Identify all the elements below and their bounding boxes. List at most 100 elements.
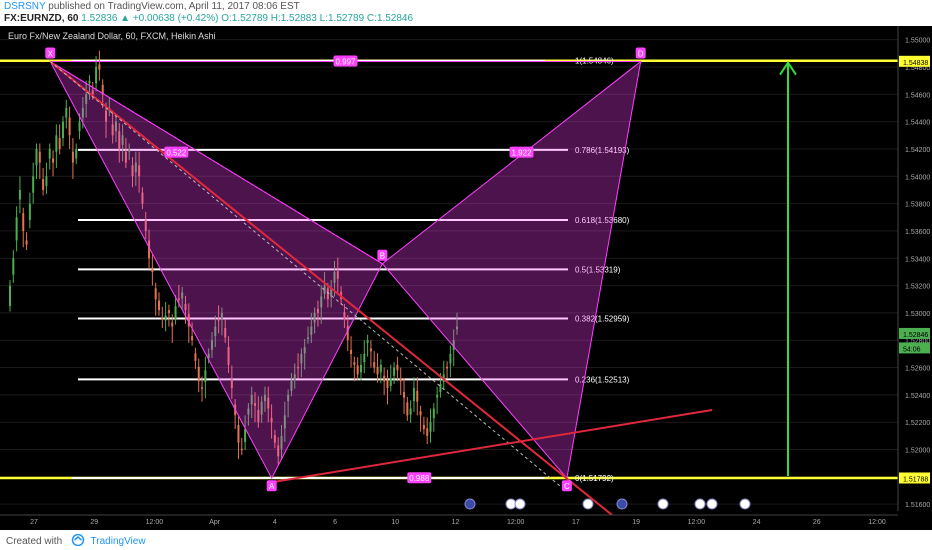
quote-info: FX:EURNZD, 60 1.52836 ▲ +0.00638 (+0.42%… bbox=[4, 13, 413, 24]
price-axis-label: 1.52400 bbox=[905, 393, 930, 400]
pattern-point-label: B bbox=[380, 252, 385, 261]
candle-body bbox=[71, 151, 74, 163]
candle-body bbox=[58, 138, 61, 149]
candle-body bbox=[399, 378, 402, 382]
candle-body bbox=[439, 383, 442, 393]
candle-body bbox=[95, 66, 98, 84]
candle-body bbox=[350, 349, 353, 354]
time-axis-label: 12:00 bbox=[507, 519, 525, 526]
candle-body bbox=[201, 387, 204, 389]
chart-header: DSRSNY published on TradingView.com, Apr… bbox=[0, 0, 932, 26]
pattern-ratio-label: 0.997 bbox=[335, 58, 356, 67]
candle-body bbox=[78, 121, 81, 132]
symbol-label[interactable]: FX:EURNZD, 60 bbox=[4, 13, 78, 24]
candle-body bbox=[369, 348, 372, 352]
candle-body bbox=[244, 429, 247, 443]
chart-area[interactable]: 1(1.54846) 0.786(1.54193) 0.618(1.53680) 0.… bbox=[0, 26, 932, 530]
economic-event-icon bbox=[706, 498, 718, 510]
price-tag-label: 1.51788 bbox=[903, 476, 928, 483]
time-axis-label: 12:00 bbox=[688, 519, 706, 526]
price-tag-label: 1.54838 bbox=[903, 60, 928, 67]
price-tag-label: 1.52846 bbox=[903, 332, 928, 339]
candle-body bbox=[98, 64, 101, 70]
candle-body bbox=[396, 364, 399, 371]
candle-body bbox=[61, 121, 64, 139]
candle-body bbox=[25, 240, 28, 245]
candle-body bbox=[406, 402, 409, 416]
candle-body bbox=[32, 176, 35, 193]
candle-body bbox=[65, 107, 68, 118]
price-axis-label: 1.54400 bbox=[905, 120, 930, 127]
candle-body bbox=[446, 366, 449, 369]
author-link[interactable]: DSRSNY bbox=[4, 1, 46, 12]
time-axis-label: 12:00 bbox=[868, 519, 886, 526]
candle-body bbox=[48, 148, 51, 159]
economic-event-icon bbox=[582, 498, 594, 510]
candle-body bbox=[389, 378, 392, 386]
time-axis-label: Apr bbox=[209, 519, 221, 526]
candle-body bbox=[88, 80, 91, 84]
time-axis-label: 26 bbox=[813, 519, 821, 526]
chart-footer: Created with TradingView bbox=[0, 530, 932, 550]
time-axis-label: 17 bbox=[572, 519, 580, 526]
candle-body bbox=[379, 364, 382, 373]
candle-body bbox=[55, 135, 58, 152]
candle-body bbox=[353, 362, 356, 365]
price-axis-label: 1.52000 bbox=[905, 448, 930, 455]
candle-body bbox=[359, 364, 362, 373]
time-axis-label: 4 bbox=[273, 519, 277, 526]
candle-body bbox=[356, 365, 359, 375]
publish-text: published on TradingView.com, April 11, … bbox=[48, 1, 300, 12]
pattern-point-label: D bbox=[638, 50, 644, 59]
economic-event-icon bbox=[739, 498, 751, 510]
candle-body bbox=[28, 203, 31, 220]
candle-body bbox=[42, 179, 45, 190]
candle-body bbox=[429, 422, 432, 432]
pattern-ratio-label: 0.988 bbox=[409, 474, 430, 483]
time-axis-label: 12 bbox=[452, 519, 460, 526]
price-axis-label: 1.53800 bbox=[905, 202, 930, 209]
candle-body bbox=[45, 176, 48, 186]
candle-body bbox=[436, 394, 439, 398]
time-axis-panel bbox=[0, 515, 932, 530]
candle-body bbox=[194, 353, 197, 361]
candle-body bbox=[363, 353, 366, 363]
price-axis-label: 1.55000 bbox=[905, 38, 930, 45]
pattern-triangle-bcd bbox=[381, 60, 642, 480]
candle-body bbox=[383, 375, 386, 382]
candle-body bbox=[38, 151, 41, 163]
fib-level-label: 0(1.51792) bbox=[575, 474, 614, 483]
candle-body bbox=[403, 392, 406, 398]
candle-body bbox=[75, 148, 78, 159]
candle-body bbox=[35, 148, 38, 166]
tradingview-logo-icon bbox=[71, 533, 85, 549]
price-axis-label: 1.54000 bbox=[905, 174, 930, 181]
economic-event-icon bbox=[616, 498, 628, 510]
candle-body bbox=[422, 424, 425, 430]
price-axis-label: 1.54200 bbox=[905, 147, 930, 154]
candle-body bbox=[151, 267, 154, 272]
pattern-point-label: A bbox=[269, 482, 275, 491]
time-axis-label: 29 bbox=[90, 519, 98, 526]
candle-body bbox=[158, 300, 160, 311]
time-axis-label: 19 bbox=[632, 519, 640, 526]
price-axis-label: 1.51600 bbox=[905, 502, 930, 509]
price-tag-label: 54:06 bbox=[903, 346, 921, 353]
rising-trendline bbox=[271, 409, 713, 484]
chart-title: Euro Fx/New Zealand Dollar, 60, FXCM, He… bbox=[8, 31, 216, 41]
candle-body bbox=[376, 366, 379, 375]
price-axis-label: 1.54600 bbox=[905, 92, 930, 99]
candle-body bbox=[373, 362, 376, 368]
pattern-ratio-label: 0.522 bbox=[166, 149, 187, 158]
time-axis-label: 24 bbox=[753, 519, 761, 526]
candle-body bbox=[18, 189, 21, 200]
candle-body bbox=[432, 408, 435, 419]
candle-body bbox=[164, 315, 167, 321]
candle-body bbox=[197, 366, 200, 382]
pattern-point-label: C bbox=[564, 482, 570, 491]
candle-body bbox=[174, 306, 177, 320]
tradingview-brand-link[interactable]: TradingView bbox=[91, 536, 146, 547]
economic-event-icon bbox=[514, 498, 526, 510]
price-chart[interactable]: 1(1.54846)0.786(1.54193)0.618(1.53680)0.… bbox=[0, 26, 932, 530]
candle-body bbox=[154, 288, 157, 300]
